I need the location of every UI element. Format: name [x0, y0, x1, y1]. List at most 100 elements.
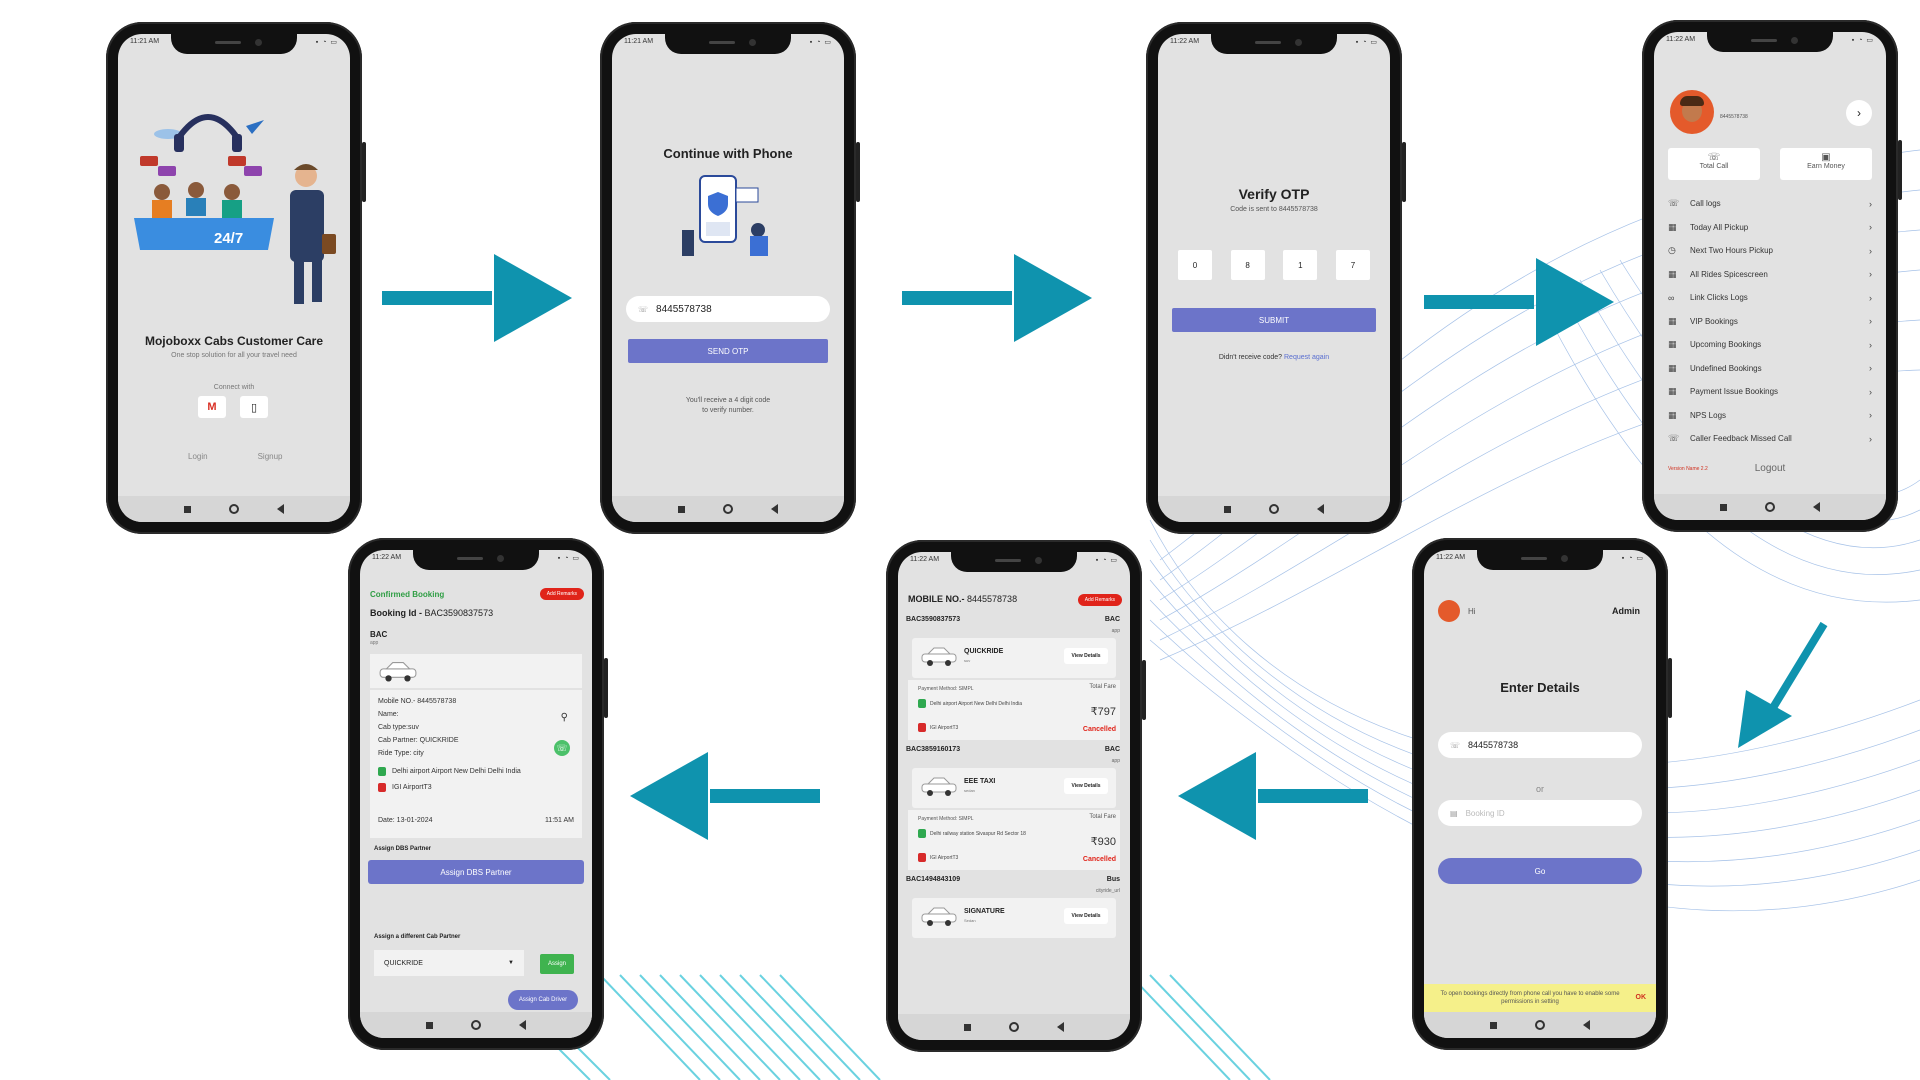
customer-care-illustration [134, 114, 336, 304]
nav-home-icon[interactable] [1535, 1020, 1545, 1030]
menu-item-undefined-bookings[interactable]: ▦ Undefined Bookings › [1668, 357, 1872, 381]
menu-item-upcoming-bookings[interactable]: ▦ Upcoming Bookings › [1668, 333, 1872, 357]
nav-home-icon[interactable] [1269, 504, 1279, 514]
otp-digit-2[interactable]: 8 [1230, 250, 1265, 280]
nav-recents-icon[interactable] [1490, 1021, 1497, 1029]
nav-home-icon[interactable] [723, 504, 733, 514]
flow-arrow-left-1 [1178, 752, 1368, 840]
flow-arrow-right-3 [1424, 258, 1614, 346]
assign-button[interactable]: Assign [540, 954, 574, 974]
submit-button[interactable]: SUBMIT [1172, 308, 1376, 332]
flow-arrow-right-2 [902, 254, 1092, 342]
otp-digit-3[interactable]: 1 [1283, 250, 1318, 280]
view-details-button[interactable]: View Details [1064, 908, 1108, 924]
menu-item-payment-issue[interactable]: ▦ Payment Issue Bookings › [1668, 380, 1872, 404]
flow-arrow-down-left [1738, 621, 1828, 748]
booking-source: cityride_url [1095, 888, 1120, 894]
nav-home-icon[interactable] [471, 1020, 481, 1030]
phone-number-input[interactable]: ☏ 8445578738 [626, 296, 830, 322]
nav-recents-icon[interactable] [1720, 503, 1727, 511]
gmail-login-button[interactable]: M [198, 396, 226, 418]
assign-cab-driver-button[interactable]: Assign Cab Driver [508, 990, 578, 1010]
login-link[interactable]: Login [188, 452, 208, 461]
menu-item-all-rides[interactable]: ▦ All Rides Spicescreen › [1668, 263, 1872, 287]
chevron-right-icon: › [1869, 386, 1872, 397]
chevron-right-icon: › [1869, 410, 1872, 421]
avatar[interactable] [1670, 90, 1714, 134]
nav-home-icon[interactable] [229, 504, 239, 514]
logout-button[interactable]: Logout [1654, 463, 1886, 474]
booking-card: BAC3859160173 BAC app EEE TAXI sedan Vie… [898, 746, 1130, 876]
menu-item-today-all-pickup[interactable]: ▦ Today All Pickup › [1668, 216, 1872, 240]
nav-recents-icon[interactable] [1224, 505, 1231, 513]
status-time: 11:21 AM [130, 38, 160, 45]
go-button[interactable]: Go [1438, 858, 1642, 884]
nav-recents-icon[interactable] [964, 1023, 971, 1031]
permission-ok-button[interactable]: OK [1636, 994, 1647, 1002]
nav-back-icon[interactable] [277, 504, 284, 514]
menu-item-next-two-hours[interactable]: ◷ Next Two Hours Pickup › [1668, 239, 1872, 263]
earn-money-card[interactable]: ▣ Earn Money [1780, 148, 1872, 180]
assign-dbs-partner-button[interactable]: Assign DBS Partner [368, 860, 584, 884]
add-remarks-button[interactable]: Add Remarks [1077, 594, 1122, 606]
nav-recents-icon[interactable] [426, 1021, 433, 1029]
nav-recents-icon[interactable] [678, 505, 685, 513]
otp-digit-4[interactable]: 7 [1335, 250, 1370, 280]
menu-item-vip-bookings[interactable]: ▦ VIP Bookings › [1668, 310, 1872, 334]
request-again-link[interactable]: Request again [1284, 354, 1329, 361]
otp-digit-1[interactable]: 0 [1178, 250, 1212, 280]
nav-recents-icon[interactable] [184, 505, 191, 513]
phone-confirmed-booking: 11:22 AM ▪ ◔ ▭ Confirmed Booking Add Rema… [348, 538, 608, 1050]
menu-item-link-clicks[interactable]: ∞ Link Clicks Logs › [1668, 286, 1872, 310]
total-call-card[interactable]: ☏ Total Call [1668, 148, 1760, 180]
chevron-right-icon[interactable]: › [1846, 100, 1872, 126]
building-icon: ▦ [1668, 362, 1677, 373]
building-icon: ▦ [1668, 409, 1677, 420]
menu-item-call-logs[interactable]: ☏ Call logs › [1668, 192, 1872, 216]
person-search-icon[interactable]: ⚲ [561, 712, 568, 723]
total-fare-label: Total Fare [1089, 684, 1116, 690]
menu-item-caller-feedback[interactable]: ☏ Caller Feedback Missed Call › [1668, 427, 1872, 451]
nav-home-icon[interactable] [1765, 502, 1775, 512]
chevron-down-icon: ▼ [508, 960, 514, 966]
nav-back-icon[interactable] [519, 1020, 526, 1030]
menu-screen: 11:22 AM ▪ ◔ ▭ 8445578738 › ☏ Total Call ▣… [1654, 32, 1886, 520]
enter-details-screen: 11:22 AM ▪ ◔ ▭ Hi Admin Enter Details ☏ 8… [1424, 550, 1656, 1038]
menu-item-nps-logs[interactable]: ▦ NPS Logs › [1668, 404, 1872, 428]
chevron-right-icon: › [1869, 245, 1872, 256]
view-details-button[interactable]: View Details [1064, 778, 1108, 794]
clock-icon: ◷ [1668, 245, 1676, 256]
phone-login-button[interactable]: ▯ [240, 396, 268, 418]
pickup-pin-icon [378, 766, 386, 776]
booking-id-input[interactable]: ▤ Booking ID [1438, 800, 1642, 826]
nav-back-icon[interactable] [1813, 502, 1820, 512]
chevron-right-icon: › [1869, 316, 1872, 327]
cab-partner-select[interactable]: QUICKRIDE ▼ [374, 950, 524, 976]
mobile-number-header: MOBILE NO.- 8445578738 [908, 594, 1018, 604]
add-remarks-button[interactable]: Add Remarks [539, 588, 584, 600]
nav-home-icon[interactable] [1009, 1022, 1019, 1032]
phone-icon: ☏ [1450, 740, 1461, 750]
view-details-button[interactable]: View Details [1064, 648, 1108, 664]
avatar[interactable] [1438, 600, 1460, 622]
user-phone: 8445578738 [1720, 114, 1748, 120]
phone-number-input[interactable]: ☏ 8445578738 [1438, 732, 1642, 758]
drop-pin-icon [918, 853, 926, 862]
nav-back-icon[interactable] [1057, 1022, 1064, 1032]
confirmed-booking-screen: 11:22 AM ▪ ◔ ▭ Confirmed Booking Add Rema… [360, 550, 592, 1038]
status-time: 11:22 AM [1170, 38, 1200, 45]
signup-link[interactable]: Signup [258, 452, 283, 461]
car-icon [921, 777, 957, 796]
booking-type: BAC [1104, 746, 1120, 753]
vendor-label: BAC [370, 630, 388, 639]
booking-source: app [1111, 628, 1120, 634]
call-icon[interactable]: ☏ [554, 740, 570, 756]
car-icon [921, 907, 957, 926]
fare-amount: ₹797 [1090, 706, 1116, 718]
nav-back-icon[interactable] [771, 504, 778, 514]
nav-back-icon[interactable] [1583, 1020, 1590, 1030]
continue-phone-title: Continue with Phone [663, 146, 793, 161]
send-otp-button[interactable]: SEND OTP [628, 339, 828, 363]
nav-back-icon[interactable] [1317, 504, 1324, 514]
flow-arrow-left-2 [630, 752, 820, 840]
